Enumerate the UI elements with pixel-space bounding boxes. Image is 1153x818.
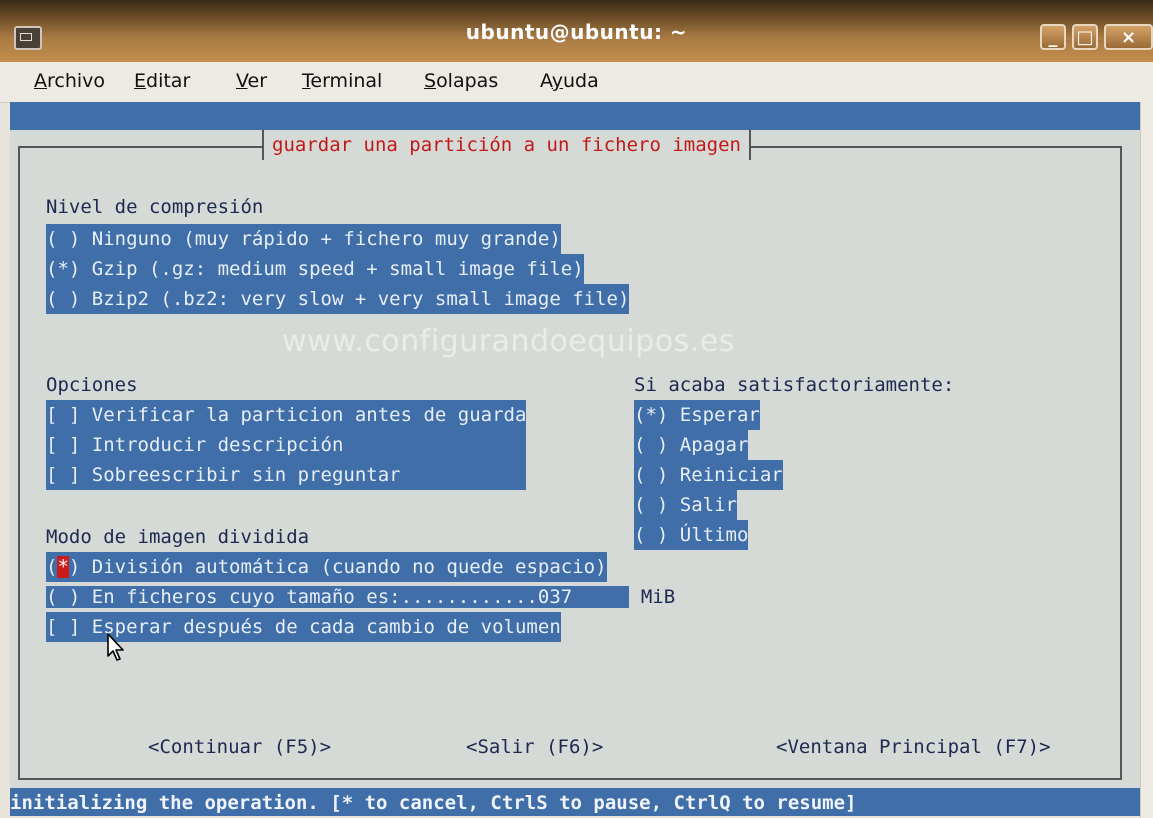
menu-solapas[interactable]: Solapas — [424, 70, 498, 92]
size-unit: MiB — [640, 586, 676, 608]
compression-heading: Nivel de compresión — [46, 196, 264, 218]
option-overwrite[interactable]: [ ] Sobreescribir sin preguntar — [46, 460, 527, 490]
terminal-area[interactable]: guardar una partición a un fichero image… — [10, 102, 1140, 816]
compression-option-bzip2[interactable]: ( ) Bzip2 (.bz2: very slow + very small … — [46, 284, 630, 314]
compression-option-gzip[interactable]: (*) Gzip (.gz: medium speed + small imag… — [46, 254, 584, 284]
on-success-exit[interactable]: ( ) Salir — [634, 490, 737, 520]
status-bar: initializing the operation. [* to cancel… — [10, 788, 1140, 816]
header-strip — [10, 102, 1140, 130]
terminal-scrollbar[interactable] — [1140, 102, 1153, 818]
option-description[interactable]: [ ] Introducir descripción — [46, 430, 527, 460]
window-title: ubuntu@ubuntu: ~ — [465, 20, 688, 44]
split-option-auto[interactable]: (*) División automática (cuando no quede… — [46, 552, 607, 582]
split-option-size-row: ( ) En ficheros cuyo tamaño es:.........… — [46, 582, 675, 612]
option-verify[interactable]: [ ] Verificar la particion antes de guar… — [46, 400, 527, 430]
on-success-reboot[interactable]: ( ) Reiniciar — [634, 460, 783, 490]
on-success-last[interactable]: ( ) Último — [634, 520, 749, 550]
close-button[interactable]: × — [1104, 24, 1153, 50]
main-window-button[interactable]: <Ventana Principal (F7)> — [776, 732, 1051, 762]
on-success-heading: Si acaba satisfactoriamente: — [634, 374, 955, 396]
options-heading: Opciones — [46, 374, 138, 396]
on-success-wait[interactable]: (*) Esperar — [634, 400, 760, 430]
window-titlebar[interactable]: ubuntu@ubuntu: ~ _ □ × — [0, 0, 1153, 62]
split-heading: Modo de imagen dividida — [46, 526, 310, 548]
maximize-button[interactable]: □ — [1072, 24, 1098, 50]
watermark-text: www.configurandoequipos.es — [282, 324, 735, 359]
split-option-size[interactable]: ( ) En ficheros cuyo tamaño es:.........… — [46, 586, 630, 608]
menu-editar[interactable]: Editar — [134, 70, 190, 92]
menu-ver[interactable]: Ver — [236, 70, 267, 92]
dialog-title: guardar una partición a un fichero image… — [262, 130, 751, 160]
on-success-shutdown[interactable]: ( ) Apagar — [634, 430, 749, 460]
continue-button[interactable]: <Continuar (F5)> — [148, 732, 331, 762]
selected-mark: * — [57, 556, 69, 578]
mouse-pointer-icon — [107, 633, 124, 661]
menu-archivo[interactable]: Archivo — [34, 70, 105, 92]
menu-ayuda[interactable]: Ayuda — [540, 70, 599, 92]
compression-option-none[interactable]: ( ) Ninguno (muy rápido + fichero muy gr… — [46, 224, 561, 254]
menu-bar: Archivo Editar Ver Terminal Solapas Ayud… — [0, 62, 1153, 103]
minimize-button[interactable]: _ — [1040, 24, 1066, 50]
exit-button[interactable]: <Salir (F6)> — [466, 732, 603, 762]
menu-terminal[interactable]: Terminal — [302, 70, 382, 92]
